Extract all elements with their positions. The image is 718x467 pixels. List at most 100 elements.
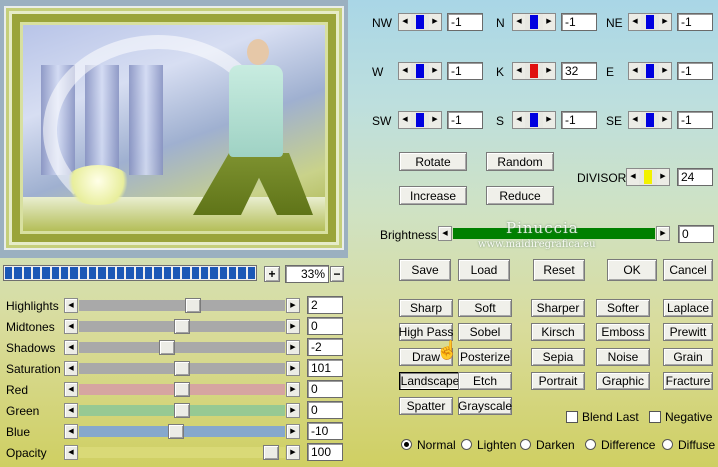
preset-softer-button[interactable]: Softer: [596, 299, 650, 317]
red-left-arrow-icon[interactable]: ◀: [64, 382, 78, 397]
red-thumb[interactable]: [174, 382, 190, 397]
matrix-w-spinner[interactable]: ◀ ▶: [398, 62, 442, 80]
preset-etch-button[interactable]: Etch: [458, 372, 512, 390]
preset-sharper-button[interactable]: Sharper: [531, 299, 585, 317]
saturation-value-field[interactable]: 101: [307, 359, 343, 377]
matrix-k-decrement-icon[interactable]: ◀: [513, 63, 525, 79]
zoom-out-button[interactable]: −: [330, 266, 344, 282]
preset-landscape-button[interactable]: Landscape: [399, 372, 461, 390]
divisor-increment-icon[interactable]: ▶: [657, 169, 669, 185]
highlights-value-field[interactable]: 2: [307, 296, 343, 314]
reduce-button[interactable]: Reduce: [486, 186, 554, 205]
matrix-nw-decrement-icon[interactable]: ◀: [399, 14, 411, 30]
blue-slider[interactable]: ◀ ▶: [64, 424, 300, 439]
matrix-s-decrement-icon[interactable]: ◀: [513, 112, 525, 128]
matrix-n-spinner[interactable]: ◀ ▶: [512, 13, 556, 31]
opacity-right-arrow-icon[interactable]: ▶: [286, 445, 300, 460]
matrix-k-spinner[interactable]: ◀ ▶: [512, 62, 556, 80]
blue-left-arrow-icon[interactable]: ◀: [64, 424, 78, 439]
shadows-track[interactable]: [79, 342, 285, 353]
matrix-sw-value-field[interactable]: -1: [447, 111, 483, 129]
saturation-slider[interactable]: ◀ ▶: [64, 361, 300, 376]
green-right-arrow-icon[interactable]: ▶: [286, 403, 300, 418]
matrix-se-spinner[interactable]: ◀ ▶: [628, 111, 672, 129]
increase-button[interactable]: Increase: [399, 186, 467, 205]
preset-sepia-button[interactable]: Sepia: [531, 348, 585, 366]
matrix-ne-spinner[interactable]: ◀ ▶: [628, 13, 672, 31]
preset-emboss-button[interactable]: Emboss: [596, 323, 650, 341]
image-preview[interactable]: [4, 6, 344, 250]
preset-noise-button[interactable]: Noise: [596, 348, 650, 366]
saturation-right-arrow-icon[interactable]: ▶: [286, 361, 300, 376]
shadows-left-arrow-icon[interactable]: ◀: [64, 340, 78, 355]
divisor-decrement-icon[interactable]: ◀: [627, 169, 639, 185]
preset-sharp-button[interactable]: Sharp: [399, 299, 453, 317]
matrix-sw-increment-icon[interactable]: ▶: [429, 112, 441, 128]
matrix-se-decrement-icon[interactable]: ◀: [629, 112, 641, 128]
matrix-se-thumb[interactable]: [646, 113, 654, 127]
shadows-thumb[interactable]: [159, 340, 175, 355]
shadows-slider[interactable]: ◀ ▶: [64, 340, 300, 355]
divisor-spinner[interactable]: ◀ ▶: [626, 168, 670, 186]
highlights-thumb[interactable]: [185, 298, 201, 313]
preset-soft-button[interactable]: Soft: [458, 299, 512, 317]
opacity-value-field[interactable]: 100: [307, 443, 343, 461]
shadows-right-arrow-icon[interactable]: ▶: [286, 340, 300, 355]
preset-prewitt-button[interactable]: Prewitt: [663, 323, 713, 341]
matrix-k-value-field[interactable]: 32: [561, 62, 597, 80]
random-button[interactable]: Random: [486, 152, 554, 171]
matrix-w-value-field[interactable]: -1: [447, 62, 483, 80]
green-thumb[interactable]: [174, 403, 190, 418]
red-right-arrow-icon[interactable]: ▶: [286, 382, 300, 397]
matrix-ne-value-field[interactable]: -1: [677, 13, 713, 31]
preset-fracture-button[interactable]: Fracture: [663, 372, 713, 390]
matrix-se-increment-icon[interactable]: ▶: [659, 112, 671, 128]
matrix-e-thumb[interactable]: [646, 64, 654, 78]
negative-checkbox[interactable]: [649, 411, 661, 423]
green-left-arrow-icon[interactable]: ◀: [64, 403, 78, 418]
preset-sobel-button[interactable]: Sobel: [458, 323, 512, 341]
blend-last-checkbox[interactable]: [566, 411, 578, 423]
load-button[interactable]: Load: [458, 259, 510, 281]
matrix-s-value-field[interactable]: -1: [561, 111, 597, 129]
brightness-left-arrow-icon[interactable]: ◀: [438, 226, 452, 241]
saturation-left-arrow-icon[interactable]: ◀: [64, 361, 78, 376]
preset-graphic-button[interactable]: Graphic: [596, 372, 650, 390]
matrix-e-decrement-icon[interactable]: ◀: [629, 63, 641, 79]
red-slider[interactable]: ◀ ▶: [64, 382, 300, 397]
matrix-n-increment-icon[interactable]: ▶: [543, 14, 555, 30]
matrix-nw-value-field[interactable]: -1: [447, 13, 483, 31]
zoom-level-field[interactable]: 33%: [285, 265, 329, 283]
matrix-w-decrement-icon[interactable]: ◀: [399, 63, 411, 79]
save-button[interactable]: Save: [399, 259, 451, 281]
brightness-value-field[interactable]: 0: [678, 225, 714, 243]
midtones-thumb[interactable]: [174, 319, 190, 334]
matrix-k-thumb[interactable]: [530, 64, 538, 78]
brightness-right-arrow-icon[interactable]: ▶: [656, 226, 670, 241]
matrix-nw-spinner[interactable]: ◀ ▶: [398, 13, 442, 31]
highlights-track[interactable]: [79, 300, 285, 311]
preset-high-pass-button[interactable]: High Pass: [399, 323, 453, 341]
preset-laplace-button[interactable]: Laplace: [663, 299, 713, 317]
opacity-thumb[interactable]: [263, 445, 279, 460]
shadows-value-field[interactable]: -2: [307, 338, 343, 356]
matrix-s-thumb[interactable]: [530, 113, 538, 127]
blend-lighten-radio[interactable]: [461, 439, 472, 450]
preset-grayscale-button[interactable]: Grayscale: [458, 397, 512, 415]
matrix-ne-thumb[interactable]: [646, 15, 654, 29]
blend-normal-radio[interactable]: [401, 439, 412, 450]
matrix-n-value-field[interactable]: -1: [561, 13, 597, 31]
matrix-s-spinner[interactable]: ◀ ▶: [512, 111, 556, 129]
green-value-field[interactable]: 0: [307, 401, 343, 419]
blue-thumb[interactable]: [168, 424, 184, 439]
zoom-in-button[interactable]: +: [264, 266, 280, 282]
highlights-right-arrow-icon[interactable]: ▶: [286, 298, 300, 313]
blend-darken-radio[interactable]: [520, 439, 531, 450]
blend-diffuse-radio[interactable]: [662, 439, 673, 450]
red-value-field[interactable]: 0: [307, 380, 343, 398]
divisor-value-field[interactable]: 24: [677, 168, 713, 186]
preset-kirsch-button[interactable]: Kirsch: [531, 323, 585, 341]
midtones-value-field[interactable]: 0: [307, 317, 343, 335]
matrix-n-decrement-icon[interactable]: ◀: [513, 14, 525, 30]
matrix-s-increment-icon[interactable]: ▶: [543, 112, 555, 128]
